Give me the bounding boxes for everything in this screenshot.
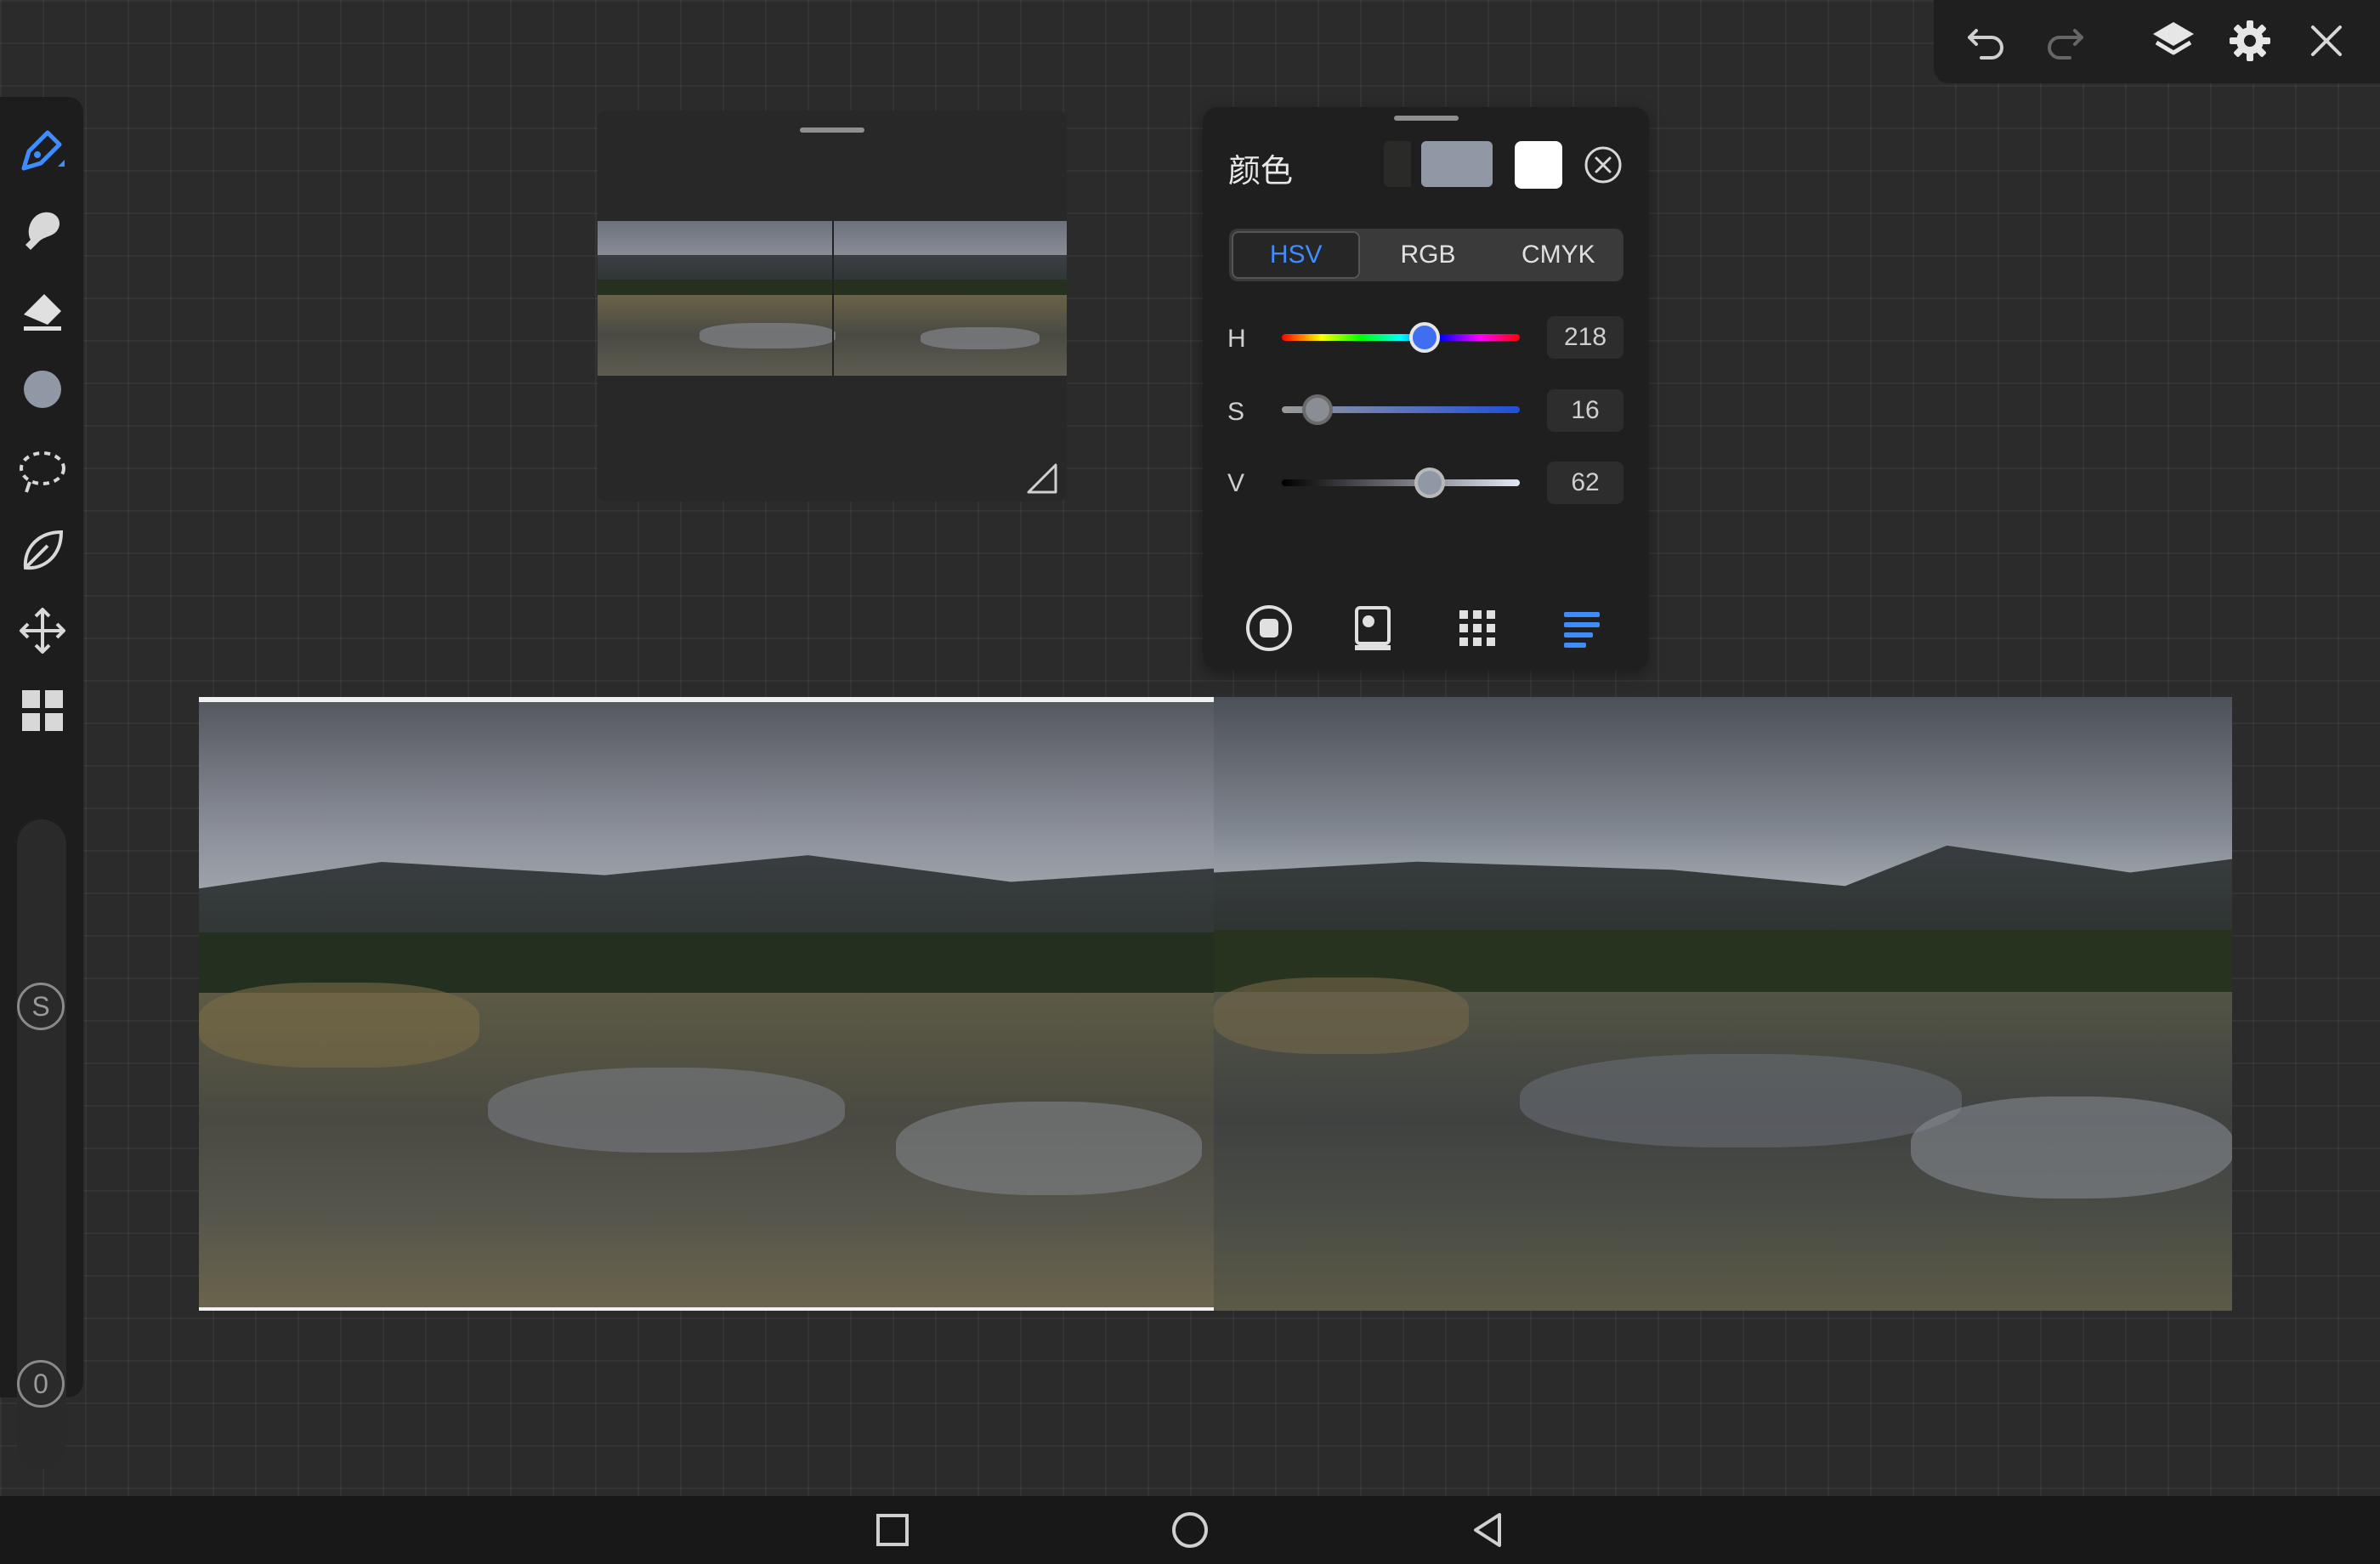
smudge-icon[interactable] (15, 202, 70, 257)
left-toolbar: S 0 (0, 97, 83, 1469)
opacity-knob[interactable]: 0 (17, 1360, 65, 1408)
secondary-color-swatch[interactable] (1515, 141, 1562, 189)
brush-size-knob[interactable]: S (17, 983, 65, 1030)
eraser-icon[interactable] (15, 282, 70, 337)
brush-opacity-slider[interactable]: 0 (17, 1119, 66, 1469)
grid-icon[interactable] (15, 683, 70, 738)
tab-rgb[interactable]: RGB (1365, 231, 1490, 279)
swatch-grid-icon[interactable] (1448, 598, 1507, 658)
top-toolbar (1934, 0, 2380, 83)
close-panel-icon[interactable] (1583, 144, 1624, 185)
close-icon[interactable] (2299, 14, 2354, 68)
value-slider-track[interactable] (1282, 479, 1520, 486)
value-slider-knob[interactable] (1414, 468, 1445, 498)
tab-hsv[interactable]: HSV (1232, 231, 1361, 279)
navigation-bar (0, 1496, 2380, 1564)
color-panel (1203, 107, 1649, 670)
home-icon[interactable] (1163, 1503, 1217, 1557)
reference-thumbnail (598, 221, 1067, 376)
saturation-slider-knob[interactable] (1302, 394, 1333, 425)
previous-color-swatch[interactable] (1384, 141, 1411, 187)
pen-icon[interactable] (15, 122, 70, 177)
color-mode-tabs: HSV RGB CMYK (1229, 229, 1624, 281)
saturation-value[interactable]: 16 (1547, 389, 1624, 432)
painted-study[interactable] (1214, 697, 2232, 1311)
hue-label: H (1227, 325, 1246, 353)
value-label: V (1227, 469, 1245, 497)
reference-panel-handle[interactable] (800, 128, 864, 133)
gear-icon[interactable] (2223, 14, 2277, 68)
brush-size-slider[interactable]: S (17, 819, 66, 1170)
value-value[interactable]: 62 (1547, 462, 1624, 504)
hue-value[interactable]: 218 (1547, 316, 1624, 359)
saturation-label: S (1227, 398, 1245, 426)
recent-apps-icon[interactable] (865, 1503, 920, 1557)
opacity-slider-label: 0 (33, 1368, 48, 1399)
move-icon[interactable] (15, 604, 70, 658)
size-slider-label: S (31, 990, 50, 1022)
redo-icon[interactable] (2037, 14, 2092, 68)
layers-icon[interactable] (2146, 14, 2201, 68)
back-icon[interactable] (1460, 1503, 1515, 1557)
resize-handle-icon[interactable] (1025, 462, 1059, 496)
color-dot-icon[interactable] (15, 362, 70, 416)
hue-slider-track[interactable] (1282, 334, 1520, 341)
color-panel-title: 颜色 (1228, 154, 1294, 190)
disc-icon[interactable] (1239, 598, 1299, 658)
reference-photo[interactable] (199, 697, 1214, 1311)
reference-panel[interactable] (598, 110, 1067, 502)
primary-color-swatch[interactable] (1421, 141, 1493, 187)
list-icon[interactable] (1552, 598, 1612, 658)
tab-cmyk[interactable]: CMYK (1496, 231, 1621, 279)
leaf-icon[interactable] (15, 524, 70, 578)
undo-icon[interactable] (1959, 14, 2014, 68)
palette-card-icon[interactable] (1343, 598, 1402, 658)
lasso-icon[interactable] (15, 444, 70, 498)
hue-slider-knob[interactable] (1409, 322, 1440, 353)
color-panel-handle[interactable] (1394, 116, 1459, 121)
